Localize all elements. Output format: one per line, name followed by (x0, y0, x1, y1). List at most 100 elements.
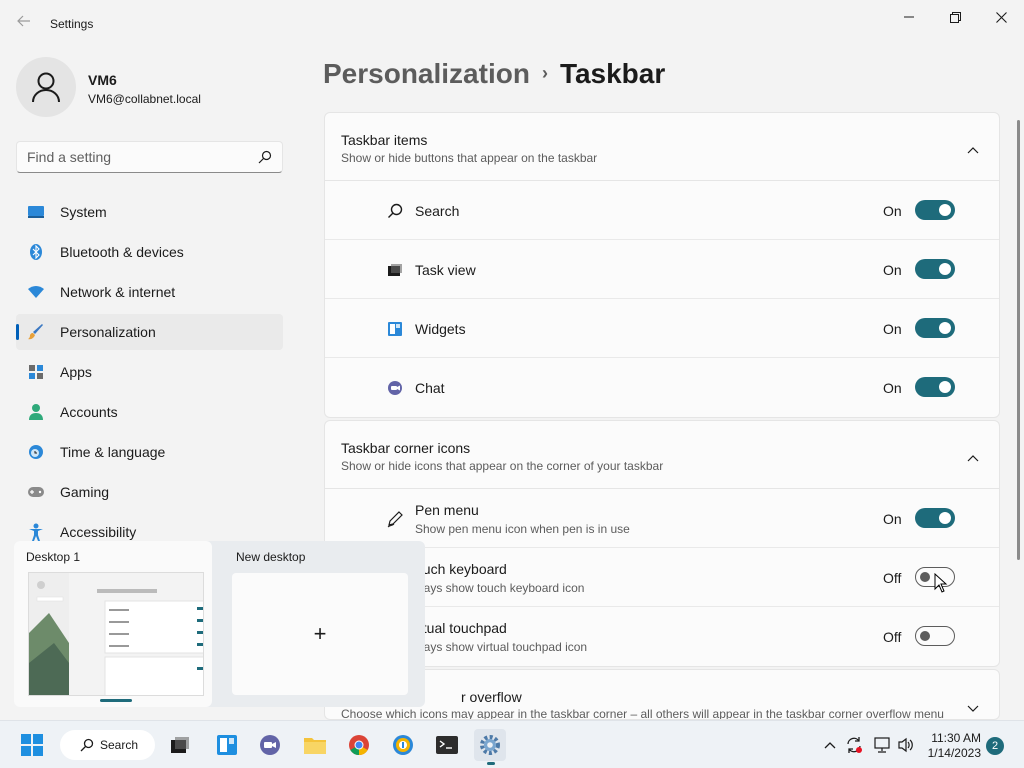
sidebar-item-system[interactable]: System (16, 194, 283, 230)
desktop-thumbnail[interactable] (28, 572, 204, 696)
corner-overflow-section[interactable]: r overflow Choose which icons may appear… (324, 669, 1000, 720)
setting-description: ways show touch keyboard icon (415, 581, 585, 595)
setting-label: irtual touchpad (415, 620, 507, 636)
setting-row-pen-menu: Pen menu Show pen menu icon when pen is … (325, 489, 999, 548)
sidebar-item-label: Accessibility (60, 524, 137, 540)
sync-icon[interactable] (844, 735, 864, 755)
widgets-toggle[interactable] (915, 318, 955, 338)
sidebar-item-label: Bluetooth & devices (60, 244, 184, 260)
app-icon (393, 735, 413, 755)
chat-toggle[interactable] (915, 377, 955, 397)
sidebar-item-label: Apps (60, 364, 92, 380)
widgets-button[interactable] (211, 729, 243, 761)
minimize-button[interactable] (886, 6, 932, 28)
sidebar-item-bluetooth[interactable]: Bluetooth & devices (16, 234, 283, 270)
section-title: Taskbar corner icons (341, 440, 471, 456)
notification-badge[interactable]: 2 (986, 737, 1004, 755)
apps-icon (26, 362, 46, 382)
task-view-toggle[interactable] (915, 259, 955, 279)
section-title: r overflow (461, 689, 522, 705)
toggle-state: Off (883, 570, 902, 586)
accounts-icon (26, 402, 46, 422)
sidebar-item-personalization[interactable]: Personalization (16, 314, 283, 350)
sidebar-item-gaming[interactable]: Gaming (16, 474, 283, 510)
app-button[interactable] (387, 729, 419, 761)
setting-description: ways show virtual touchpad icon (415, 640, 588, 654)
setting-label: Search (415, 203, 460, 219)
taskbar-items-section: Taskbar items Show or hide buttons that … (324, 112, 1000, 418)
settings-button[interactable] (474, 729, 506, 765)
task-view-icon (171, 737, 189, 753)
setting-description: Show pen menu icon when pen is in use (415, 522, 630, 536)
terminal-button[interactable] (431, 729, 463, 761)
close-button[interactable] (978, 6, 1024, 28)
chevron-up-icon[interactable] (967, 141, 979, 157)
setting-label: Chat (415, 380, 445, 396)
network-icon[interactable] (872, 735, 892, 755)
breadcrumb-parent[interactable]: Personalization (323, 58, 530, 89)
new-desktop[interactable]: New desktop + (224, 541, 422, 707)
chrome-icon (349, 735, 369, 756)
pen-menu-toggle[interactable] (915, 508, 955, 528)
corner-icons-section: Taskbar corner icons Show or hide icons … (324, 420, 1000, 667)
mouse-cursor-icon (934, 573, 948, 593)
search-icon[interactable] (258, 150, 272, 167)
toggle-state: On (883, 321, 902, 337)
sidebar-item-accounts[interactable]: Accounts (16, 394, 283, 430)
brush-icon (26, 322, 46, 342)
search-toggle[interactable] (915, 200, 955, 220)
desktop-1[interactable]: Desktop 1 (14, 541, 212, 707)
restore-button[interactable] (932, 6, 978, 28)
user-name: VM6 (88, 72, 117, 88)
chevron-up-icon[interactable] (820, 735, 840, 755)
sidebar-item-label: Accounts (60, 404, 118, 420)
sidebar-item-label: Time & language (60, 444, 166, 460)
toggle-state: On (883, 262, 902, 278)
setting-row-task-view: Task view On (325, 240, 999, 299)
chat-button[interactable] (254, 729, 286, 761)
search-input[interactable] (27, 148, 247, 166)
bluetooth-icon (26, 242, 46, 262)
sidebar-nav: System Bluetooth & devices Network & int… (16, 194, 283, 554)
corner-icons-header[interactable]: Taskbar corner icons Show or hide icons … (325, 421, 999, 489)
section-subtitle: Choose which icons may appear in the tas… (341, 707, 944, 720)
sidebar-item-apps[interactable]: Apps (16, 354, 283, 390)
desktop-preview-image (29, 573, 203, 695)
settings-search[interactable] (16, 141, 283, 173)
search-icon (80, 738, 94, 752)
new-desktop-button[interactable]: + (232, 573, 408, 695)
search-icon (385, 201, 405, 221)
task-view-button[interactable] (164, 729, 196, 761)
virtual-touchpad-toggle[interactable] (915, 626, 955, 646)
setting-row-search: Search On (325, 181, 999, 240)
toggle-state: On (883, 203, 902, 219)
system-clock[interactable]: 11:30 AM 1/14/2023 (925, 731, 981, 761)
volume-icon[interactable] (896, 735, 916, 755)
back-arrow-icon (17, 15, 30, 27)
toggle-state: On (883, 380, 902, 396)
start-button[interactable] (16, 729, 48, 761)
chevron-down-icon[interactable] (967, 700, 979, 716)
setting-row-widgets: Widgets On (325, 299, 999, 358)
chat-icon (385, 378, 405, 398)
setting-label: Widgets (415, 321, 466, 337)
sidebar-item-time-language[interactable]: Time & language (16, 434, 283, 470)
desktop-label: Desktop 1 (26, 550, 81, 564)
file-explorer-button[interactable] (299, 729, 331, 761)
taskbar-search-button[interactable]: Search (60, 730, 155, 760)
taskbar-items-header[interactable]: Taskbar items Show or hide buttons that … (325, 113, 999, 181)
chevron-up-icon[interactable] (967, 449, 979, 465)
gamepad-icon (26, 482, 46, 502)
toggle-state: On (883, 511, 902, 527)
setting-label: Task view (415, 262, 476, 278)
sidebar-item-network[interactable]: Network & internet (16, 274, 283, 310)
widgets-icon (385, 319, 405, 339)
taskbar-search-label: Search (100, 738, 139, 752)
back-button[interactable] (14, 14, 34, 34)
avatar[interactable] (16, 57, 76, 117)
chrome-button[interactable] (343, 729, 375, 761)
scrollbar[interactable] (1017, 120, 1020, 560)
setting-label: Pen menu (415, 502, 479, 518)
sidebar-item-label: Personalization (60, 324, 156, 340)
active-desktop-indicator (100, 699, 132, 702)
